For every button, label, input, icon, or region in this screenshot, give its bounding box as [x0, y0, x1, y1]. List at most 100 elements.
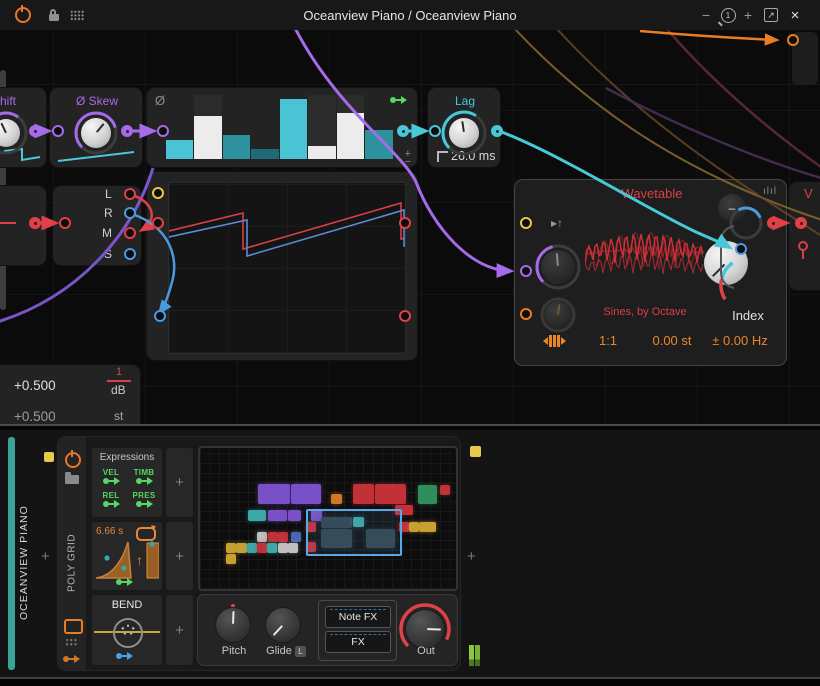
split-l-port[interactable]: [124, 188, 136, 200]
device-enable-icon[interactable]: [65, 452, 81, 468]
lag-in-port[interactable]: [429, 125, 441, 137]
add-modulator-button-1[interactable]: +: [166, 448, 193, 517]
minimap-module-block[interactable]: [288, 510, 301, 521]
scope-out1-port[interactable]: [399, 217, 411, 229]
minimap-module-block[interactable]: [409, 522, 419, 532]
shift-out-port[interactable]: [29, 125, 41, 137]
patch-minimap[interactable]: [198, 446, 458, 591]
minimap-module-block[interactable]: [236, 543, 247, 553]
bend-panel[interactable]: BEND: [92, 595, 162, 665]
minimap-module-block[interactable]: [278, 532, 288, 542]
expanded-view-icon[interactable]: [64, 619, 83, 634]
scope-in1-port[interactable]: [152, 217, 164, 229]
wavetable-position-icon[interactable]: [543, 335, 566, 347]
value-row2[interactable]: +0.500: [14, 409, 56, 424]
popout-button[interactable]: ↗: [763, 0, 779, 30]
wavetable-mod-port[interactable]: [735, 243, 747, 255]
wavetable-gate-port[interactable]: [520, 217, 532, 229]
glide-knob[interactable]: [266, 608, 300, 642]
lag-knob[interactable]: [449, 118, 479, 148]
preset-folder-icon[interactable]: [65, 475, 79, 484]
fx-button[interactable]: FX: [325, 631, 391, 653]
split-in-port[interactable]: [59, 217, 71, 229]
wavetable-phase-port[interactable]: [520, 308, 532, 320]
minimap-module-block[interactable]: [353, 484, 374, 504]
minimap-selection[interactable]: [306, 509, 402, 556]
minimap-module-block[interactable]: [291, 532, 301, 542]
add-modulator-button-2[interactable]: +: [166, 522, 193, 590]
expressions-panel[interactable]: Expressions VELTIMBRELPRES: [92, 448, 162, 517]
zoom-level-button[interactable]: 1: [719, 0, 737, 30]
top-right-port[interactable]: [787, 34, 799, 46]
step-7[interactable]: [337, 95, 365, 159]
zoom-out-button[interactable]: −: [698, 0, 714, 30]
step-8[interactable]: [365, 95, 393, 159]
wavetable-out-port[interactable]: [767, 217, 779, 229]
split-m-port[interactable]: [124, 227, 136, 239]
envelope-panel[interactable]: 6.66 s ↑: [92, 522, 162, 590]
steps-remove-button[interactable]: −: [405, 158, 411, 166]
grid-canvas[interactable]: hift Ø Skew Ø + − Lag: [0, 30, 820, 424]
skew-out-port[interactable]: [121, 125, 133, 137]
stub-out-port[interactable]: [29, 217, 41, 229]
add-modulator-button-3[interactable]: +: [166, 595, 193, 665]
zoom-in-button[interactable]: +: [740, 0, 756, 30]
split-r-port[interactable]: [124, 207, 136, 219]
minimap-module-block[interactable]: [257, 532, 267, 542]
wavetable-pitch-port[interactable]: [520, 265, 532, 277]
modulation-routes-icon[interactable]: [63, 655, 80, 663]
minimap-module-block[interactable]: [288, 543, 298, 553]
step-1[interactable]: [166, 95, 194, 159]
expression-pres[interactable]: PRES: [127, 491, 161, 509]
value-row1[interactable]: +0.500: [14, 378, 56, 393]
step-6[interactable]: [308, 95, 336, 159]
minimap-module-block[interactable]: [257, 543, 267, 553]
minimap-module-block[interactable]: [248, 510, 266, 521]
scope-in2-port[interactable]: [154, 310, 166, 322]
minimap-module-block[interactable]: [268, 510, 287, 521]
minimap-module-block[interactable]: [418, 485, 437, 504]
minimap-module-block[interactable]: [278, 543, 288, 553]
minimap-module-block[interactable]: [291, 484, 321, 504]
lag-value[interactable]: 26.0 ms: [451, 149, 495, 163]
steps-bar-editor[interactable]: [165, 95, 393, 159]
module-steps[interactable]: Ø + −: [147, 88, 417, 167]
module-oscilloscope[interactable]: [147, 172, 417, 360]
expression-rel[interactable]: REL: [94, 491, 128, 509]
steps-count-controls[interactable]: + −: [405, 150, 411, 166]
device-name[interactable]: POLY GRID: [61, 522, 83, 592]
wavetable-tune[interactable]: 0.00 st: [652, 333, 691, 348]
pitch-knob[interactable]: [216, 608, 250, 642]
envelope-time[interactable]: 6.66 s: [96, 526, 123, 537]
scope-out2-port[interactable]: [399, 310, 411, 322]
wavetable-knob-2[interactable]: [544, 301, 572, 329]
minimap-module-block[interactable]: [247, 543, 257, 553]
grid-edit-icon[interactable]: [65, 638, 78, 647]
close-button[interactable]: ×: [787, 0, 803, 30]
minimap-module-block[interactable]: [419, 522, 436, 532]
minimap-module-block[interactable]: [226, 543, 236, 553]
minimap-module-block[interactable]: [258, 484, 290, 504]
steps-out-port[interactable]: [397, 125, 409, 137]
wavetable-fine[interactable]: ± 0.00 Hz: [712, 333, 768, 348]
step-2[interactable]: [194, 95, 222, 159]
module-value[interactable]: +0.500 1 dB +0.500 st: [0, 365, 140, 424]
note-fx-button[interactable]: Note FX: [325, 606, 391, 628]
minimap-module-block[interactable]: [375, 484, 406, 504]
expression-timb[interactable]: TIMB: [127, 468, 161, 486]
track-name[interactable]: OCEANVIEW PIANO: [13, 490, 35, 620]
steps-in-port[interactable]: [157, 125, 169, 137]
loop-icon[interactable]: [136, 527, 156, 541]
poly-grid-device[interactable]: POLY GRID Expressions VELTIMBRELPRES + 6…: [58, 437, 460, 670]
minimap-module-block[interactable]: [268, 532, 278, 542]
minimap-module-block[interactable]: [331, 494, 342, 504]
wavetable-mod-knob[interactable]: –: [718, 194, 746, 222]
v-in-port[interactable]: [795, 217, 807, 229]
wavetable-ratio[interactable]: 1:1: [599, 333, 617, 348]
expression-vel[interactable]: VEL: [94, 468, 128, 486]
glide-mode-badge[interactable]: L: [295, 646, 306, 657]
minimap-module-block[interactable]: [267, 543, 277, 553]
step-5[interactable]: [280, 95, 308, 159]
module-wavetable[interactable]: Wavetable ılıl ▸↑ Sines, by Octave – Ind…: [515, 180, 786, 365]
split-s-port[interactable]: [124, 248, 136, 260]
